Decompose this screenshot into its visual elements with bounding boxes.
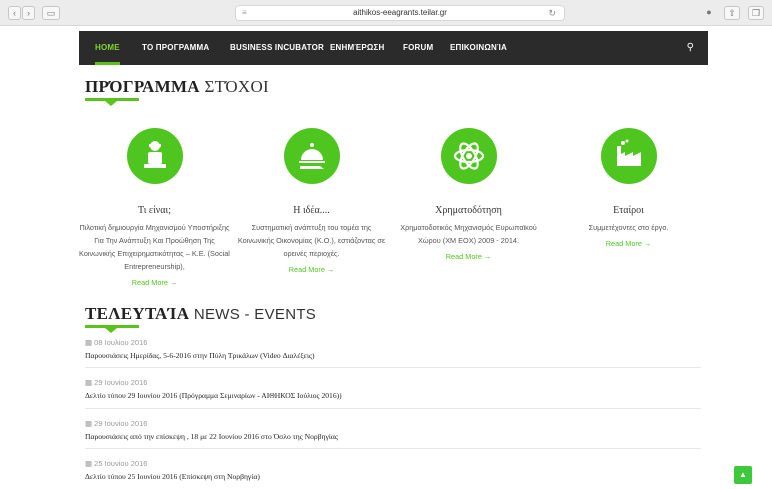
- news-title[interactable]: Δελτίο τύπου 29 Ιουνίου 2016 (Πρόγραμμα …: [85, 391, 701, 400]
- news-title[interactable]: Δελτίο τύπου 25 Ιουνίου 2016 (Επίσκεψη σ…: [85, 472, 701, 481]
- feature-what: Τι είναι; Πιλοτική δημιουργία Μηχανισμού…: [77, 128, 232, 287]
- news-date: ▦ 29 Ιουνίου 2016: [85, 378, 148, 387]
- news-item[interactable]: ▦ 08 Ιουλίου 2016 Παρουσιάσεις Ημερίδας,…: [85, 338, 701, 360]
- read-more-link[interactable]: Read More →: [391, 252, 546, 261]
- calendar-icon: ▦: [85, 378, 95, 387]
- url-text: aithikos-eeagrants.teilar.gr: [353, 8, 447, 17]
- serving-tray-icon: [283, 128, 340, 184]
- browser-toolbar: ‹ › ▭ ≡ aithikos-eeagrants.teilar.gr ↻ ●…: [0, 0, 772, 26]
- divider: [85, 448, 701, 449]
- feature-title: Εταίροι: [613, 205, 644, 216]
- feature-description: Χρηματοδοτικός Μηχανισμός Ευρωπαϊκού Χώρ…: [400, 223, 537, 245]
- reader-icon[interactable]: ≡: [242, 9, 247, 17]
- news-title[interactable]: Παρουσιάσεις από την επίσκεψη , 18 με 22…: [85, 432, 701, 441]
- worker-icon: [126, 128, 183, 184]
- nav-program[interactable]: ΤΟ ΠΡΟΓΡΑΜΜΑ: [142, 31, 209, 65]
- address-bar[interactable]: ≡ aithikos-eeagrants.teilar.gr ↻: [235, 5, 565, 21]
- share-icon[interactable]: ⇧: [724, 6, 740, 20]
- read-more-link[interactable]: Read More →: [234, 265, 389, 274]
- nav-home[interactable]: HOME: [95, 31, 120, 65]
- feature-description: Συμμετέχοντες στο έργο.: [588, 223, 669, 232]
- feature-title: Χρηματοδότηση: [435, 205, 502, 216]
- program-heading: ΠΡΌΓΡΑΜΜΑ ΣΤΌΧΟΙ: [85, 77, 270, 96]
- news-item[interactable]: ▦ 29 Ιουνίου 2016 Δελτίο τύπου 29 Ιουνίο…: [85, 378, 701, 400]
- news-date: ▦ 08 Ιουλίου 2016: [85, 338, 148, 347]
- feature-idea: Η ιδέα.... Συστηματική ανάπτυξη του τομέ…: [234, 128, 389, 274]
- feature-funding: Χρηματοδότηση Χρηματοδοτικός Μηχανισμός …: [391, 128, 546, 261]
- sidebar-toggle-icon[interactable]: ▭: [42, 6, 60, 20]
- search-icon[interactable]: ⚲: [687, 31, 694, 65]
- divider: [85, 367, 701, 368]
- feature-partners: Εταίροι Συμμετέχοντες στο έργο. Read Mor…: [551, 128, 706, 248]
- feature-description: Πιλοτική δημιουργία Μηχανισμού Υποστήριξ…: [79, 223, 230, 271]
- news-item[interactable]: ▦ 25 Ιουνίου 2016 Δελτίο τύπου 25 Ιουνίο…: [85, 459, 701, 481]
- factory-icon: [600, 128, 657, 184]
- calendar-icon: ▦: [85, 459, 95, 468]
- news-date: ▦ 25 Ιουνίου 2016: [85, 459, 148, 468]
- nav-news[interactable]: ΕΝΗΜΈΡΩΣΗ: [330, 31, 385, 65]
- news-item[interactable]: ▦ 29 Ιουνίου 2016 Παρουσιάσεις από την ε…: [85, 419, 701, 441]
- read-more-link[interactable]: Read More →: [551, 239, 706, 248]
- nav-business-incubator[interactable]: BUSINESS INCUBATOR: [230, 31, 324, 65]
- forward-button[interactable]: ›: [22, 6, 35, 20]
- divider: [85, 408, 701, 409]
- feature-description: Συστηματική ανάπτυξη του τομέα της Κοινω…: [237, 223, 386, 258]
- calendar-icon: ▦: [85, 338, 95, 347]
- reload-icon[interactable]: ↻: [548, 6, 556, 20]
- feature-title: Η ιδέα....: [293, 205, 330, 216]
- feature-title: Τι είναι;: [137, 205, 172, 216]
- download-icon[interactable]: ●: [700, 6, 718, 20]
- back-button[interactable]: ‹: [8, 6, 21, 20]
- news-heading: ΤΕΛΕΥΤΑΊΑ NEWS - EVENTS: [85, 304, 317, 323]
- calendar-icon: ▦: [85, 419, 95, 428]
- news-title[interactable]: Παρουσιάσεις Ημερίδας, 5-6-2016 στην Πύλ…: [85, 351, 701, 360]
- read-more-link[interactable]: Read More →: [77, 278, 232, 287]
- atom-icon: [440, 128, 497, 184]
- scroll-to-top-button[interactable]: ▲: [734, 466, 752, 484]
- heading-underline: [85, 325, 139, 333]
- news-date: ▦ 29 Ιουνίου 2016: [85, 419, 148, 428]
- nav-contact[interactable]: ΕΠΙΚΟΙΝΩΝΊΑ: [450, 31, 507, 65]
- nav-forum[interactable]: FORUM: [403, 31, 433, 65]
- heading-underline: [85, 98, 139, 106]
- main-nav: HOME ΤΟ ΠΡΟΓΡΑΜΜΑ BUSINESS INCUBATOR ΕΝΗ…: [79, 31, 708, 65]
- tabs-icon[interactable]: ❐: [748, 6, 764, 20]
